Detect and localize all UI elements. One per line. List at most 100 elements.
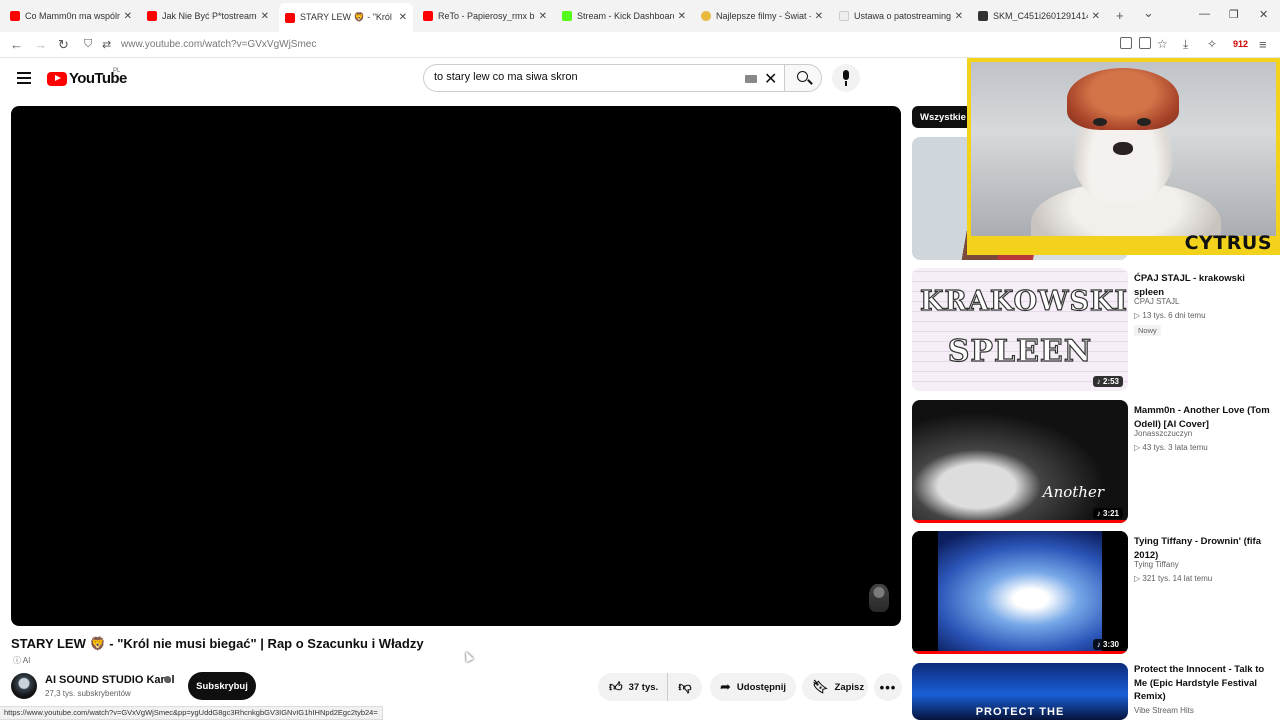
video-player[interactable]	[11, 106, 901, 626]
recommendation-channel[interactable]: ĆPAJ STAJL	[1134, 297, 1180, 306]
browser-tab[interactable]: Jak Nie Być P*tostreamerem ✕	[141, 4, 275, 28]
watch-progress-bar	[912, 651, 1128, 654]
ai-content-label[interactable]: ⓘ AI	[13, 655, 30, 666]
browser-tab[interactable]: Co Mamm0n ma wspólnego ✕	[4, 4, 138, 28]
tune-icon[interactable]: ⇄	[102, 38, 111, 51]
recommendation-title[interactable]: Mamm0n - Another Love (Tom Odell) [AI Co…	[1134, 404, 1274, 431]
share-arrow-icon: ➦	[720, 679, 731, 694]
close-tab-icon[interactable]: ✕	[539, 11, 547, 22]
video-thumbnail[interactable]: PROTECT THE	[912, 663, 1128, 720]
search-input[interactable]	[434, 71, 734, 83]
channel-watermark-icon[interactable]	[869, 584, 889, 612]
youtube-favicon-icon	[10, 11, 20, 21]
dog-eye	[1093, 118, 1107, 126]
dislike-button[interactable]: 👎︎	[668, 673, 702, 701]
dog-eye	[1137, 118, 1151, 126]
close-tab-icon[interactable]: ✕	[815, 11, 823, 22]
tab-title: Najlepsze filmy - Świat - Ran	[716, 11, 811, 21]
webcam-feed	[971, 62, 1276, 236]
tab-title: Ustawa o patostreamingu (a	[854, 11, 951, 21]
recommendation-channel[interactable]: Tying Tiffany	[1134, 560, 1179, 569]
browser-tab[interactable]: ReTo - Papierosy_rmx but it's ✕	[417, 4, 553, 28]
webcam-overlay: CYTRUS	[967, 58, 1280, 255]
thumbs-down-icon: 👎︎	[678, 679, 692, 694]
filter-chip-all[interactable]: Wszystkie	[912, 106, 974, 128]
search-button[interactable]	[784, 64, 822, 92]
thumbs-up-icon: 👍︎	[609, 679, 623, 694]
video-thumbnail[interactable]: ♪ 3:30	[912, 531, 1128, 654]
dog-hat	[1067, 68, 1179, 130]
region-code: PL	[113, 68, 121, 74]
download-icon[interactable]: ⤓	[1183, 37, 1188, 52]
save-button[interactable]: 🔖︎ Zapisz	[802, 673, 868, 701]
back-icon[interactable]: ←	[10, 37, 23, 52]
voice-search-button[interactable]	[832, 64, 860, 92]
browser-tab-active[interactable]: STARY LEW 🦁 - "Król nie m ✕	[279, 3, 413, 32]
bookmark-icon: 🔖︎	[812, 679, 829, 694]
recommendation-title[interactable]: ĆPAJ STAJL - krakowski spleen	[1134, 272, 1274, 299]
site-info-icon[interactable]: ⛉	[84, 38, 92, 51]
subscribe-button[interactable]: Subskrybuj	[188, 672, 256, 700]
channel-name[interactable]: AI SOUND STUDIO Karol	[45, 674, 175, 686]
keyboard-icon[interactable]	[745, 75, 757, 83]
share-label: Udostępnij	[736, 681, 786, 693]
close-tab-icon[interactable]: ✕	[955, 11, 963, 22]
like-count: 37 tys.	[628, 681, 659, 693]
letterbox	[912, 531, 938, 654]
video-thumbnail[interactable]: Another ♪ 3:21	[912, 400, 1128, 523]
dog-nose	[1113, 142, 1133, 155]
tab-title: STARY LEW 🦁 - "Król nie m	[300, 12, 395, 22]
link-status-bar: https://www.youtube.com/watch?v=GVxVgWjS…	[0, 706, 383, 720]
site-favicon-icon	[701, 11, 711, 21]
clear-search-icon[interactable]: ✕	[764, 69, 777, 89]
new-badge: Nowy	[1134, 325, 1161, 336]
extension-badge-icon[interactable]: 912	[1233, 39, 1248, 49]
pdf-favicon-icon	[978, 11, 988, 21]
video-thumbnail[interactable]: KRAKOWSKI SPLEEN ♪ 2:53	[912, 268, 1128, 391]
screenshot-icon[interactable]	[1120, 37, 1132, 49]
extensions-icon[interactable]: ✧	[1207, 37, 1217, 51]
browser-tab[interactable]: Ustawa o patostreamingu (a ✕	[833, 4, 969, 28]
tab-list-icon[interactable]: ⌄	[1143, 5, 1154, 21]
youtube-play-icon	[47, 71, 67, 86]
recommendation-meta: ▷ 43 tys. 3 lata temu	[1134, 443, 1208, 452]
channel-avatar[interactable]	[11, 673, 37, 699]
recommendation-title[interactable]: Protect the Innocent - Talk to Me (Epic …	[1134, 663, 1274, 704]
close-tab-icon[interactable]: ✕	[261, 11, 269, 22]
mouse-cursor-icon	[462, 649, 474, 663]
close-tab-icon[interactable]: ✕	[678, 11, 686, 22]
forward-icon[interactable]: →	[34, 37, 47, 52]
hamburger-menu-icon[interactable]	[17, 72, 31, 84]
share-button[interactable]: ➦ Udostępnij	[710, 673, 796, 701]
youtube-favicon-icon	[285, 12, 295, 23]
browser-tab[interactable]: SKM_C451i26012914140 - 1/ ✕	[972, 4, 1106, 28]
recommendation-meta: ▷ 13 tys. 6 dni temu	[1134, 311, 1206, 320]
browser-tab[interactable]: Stream - Kick Dashboard ✕	[556, 4, 692, 28]
close-tab-icon[interactable]: ✕	[1092, 11, 1100, 22]
letterbox	[1102, 531, 1128, 654]
recommendation-title[interactable]: Tying Tiffany - Drownin' (fifa 2012)	[1134, 535, 1274, 562]
close-tab-icon[interactable]: ✕	[399, 12, 407, 23]
url-text[interactable]: www.youtube.com/watch?v=GVxVgWjSmec	[121, 39, 316, 50]
reader-icon[interactable]	[1139, 37, 1151, 49]
favorite-star-icon[interactable]: ☆	[1157, 37, 1168, 51]
restore-icon[interactable]: ❐	[1229, 8, 1239, 21]
tab-title: SKM_C451i26012914140 - 1/	[993, 11, 1088, 21]
more-actions-button[interactable]: •••	[874, 673, 902, 701]
like-button[interactable]: 👍︎ 37 tys.	[598, 673, 668, 701]
kick-favicon-icon	[562, 11, 572, 21]
minimize-icon[interactable]: —	[1199, 8, 1210, 20]
recommendation-channel[interactable]: Jonasszczuczyn	[1134, 429, 1192, 438]
youtube-favicon-icon	[423, 11, 433, 21]
browser-menu-icon[interactable]: ≡	[1259, 37, 1267, 52]
reload-icon[interactable]: ↻	[58, 37, 69, 53]
search-box: ✕	[423, 64, 784, 92]
recommendation-channel[interactable]: Vibe Stream Hits	[1134, 706, 1194, 715]
duration-badge: ♪ 3:30	[1092, 639, 1123, 650]
close-tab-icon[interactable]: ✕	[124, 11, 132, 22]
like-dislike-group: 👍︎ 37 tys. 👎︎	[598, 673, 702, 701]
browser-tab[interactable]: Najlepsze filmy - Świat - Ran ✕	[695, 4, 829, 28]
new-tab-icon[interactable]: +	[1116, 8, 1124, 23]
close-window-icon[interactable]: ✕	[1259, 8, 1268, 21]
page-favicon-icon	[839, 11, 849, 21]
